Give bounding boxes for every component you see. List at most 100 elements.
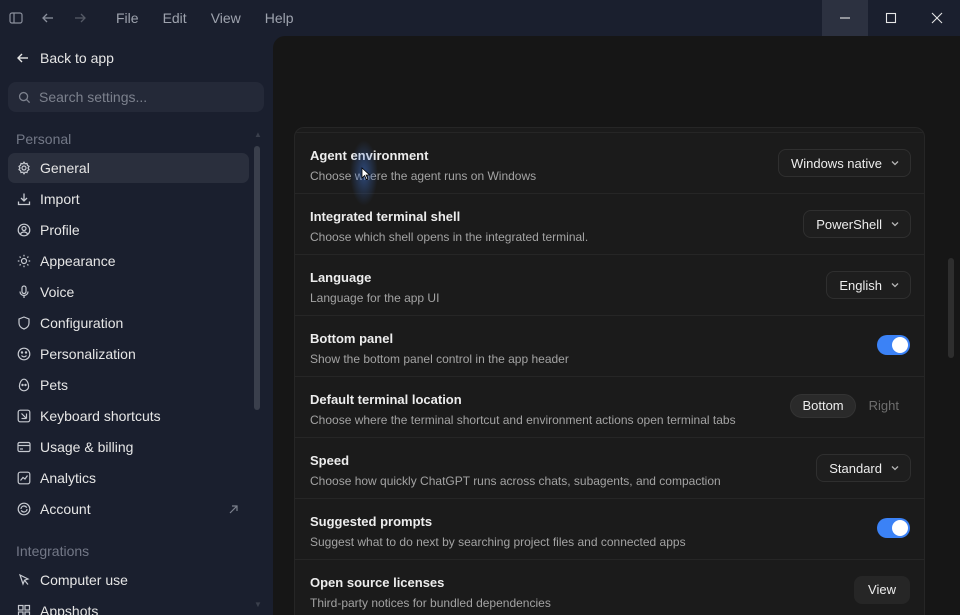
agent-environment-dropdown[interactable]: Windows native bbox=[777, 149, 911, 177]
sidebar-scrollbar[interactable]: ▲ ▼ bbox=[254, 131, 262, 609]
external-link-icon bbox=[228, 504, 239, 515]
terminal-shell-dropdown[interactable]: PowerShell bbox=[803, 210, 911, 238]
account-icon bbox=[17, 502, 31, 516]
segment-bottom[interactable]: Bottom bbox=[790, 394, 856, 418]
sidebar-toggle-icon[interactable] bbox=[0, 0, 32, 36]
section-integrations: Integrations bbox=[16, 543, 90, 559]
keyboard-icon bbox=[17, 409, 31, 423]
sidebar-item-label: Pets bbox=[40, 377, 69, 393]
chevron-down-icon bbox=[891, 222, 899, 227]
section-personal: Personal bbox=[16, 131, 72, 147]
row-description: Choose where the agent runs on Windows bbox=[310, 169, 537, 183]
settings-row-open-source-licenses: Open source licenses Third-party notices… bbox=[295, 560, 924, 615]
settings-row-agent-environment: Agent environment Choose where the agent… bbox=[295, 133, 924, 194]
arrow-left-icon bbox=[17, 53, 28, 63]
settings-row-language: Language Language for the app UI English bbox=[295, 255, 924, 316]
settings-row-terminal-shell: Integrated terminal shell Choose which s… bbox=[295, 194, 924, 255]
row-title: Open source licenses bbox=[310, 575, 445, 590]
row-title: Suggested prompts bbox=[310, 514, 433, 529]
menu-view[interactable]: View bbox=[199, 0, 253, 36]
settings-row-bottom-panel: Bottom panel Show the bottom panel contr… bbox=[295, 316, 924, 377]
settings-row-terminal-location: Default terminal location Choose where t… bbox=[295, 377, 924, 438]
sidebar-item-label: Configuration bbox=[40, 315, 124, 331]
maximize-button[interactable] bbox=[868, 0, 914, 36]
sidebar-item-computer-use[interactable]: Computer use bbox=[8, 565, 249, 595]
sidebar-item-label: Appearance bbox=[40, 253, 116, 269]
egg-icon bbox=[17, 378, 31, 392]
row-description: Choose where the terminal shortcut and e… bbox=[310, 413, 736, 427]
sidebar-item-appshots[interactable]: Appshots bbox=[8, 596, 249, 615]
sidebar-item-voice[interactable]: Voice bbox=[8, 277, 249, 307]
dropdown-value: PowerShell bbox=[816, 216, 882, 232]
segment-right[interactable]: Right bbox=[858, 394, 910, 418]
sidebar-item-label: Voice bbox=[40, 284, 75, 300]
scroll-up-icon[interactable]: ▲ bbox=[254, 131, 262, 139]
sidebar-item-label: Computer use bbox=[40, 572, 128, 588]
menu-help[interactable]: Help bbox=[253, 0, 306, 36]
sidebar-item-label: Analytics bbox=[40, 470, 97, 486]
sidebar-item-usage-billing[interactable]: Usage & billing bbox=[8, 432, 249, 462]
sidebar-item-profile[interactable]: Profile bbox=[8, 215, 249, 245]
settings-sidebar: Back to app Personal General Import Prof… bbox=[0, 36, 273, 615]
sidebar-item-general[interactable]: General bbox=[8, 153, 249, 183]
sidebar-item-personalization[interactable]: Personalization bbox=[8, 339, 249, 369]
dropdown-value: English bbox=[839, 277, 882, 293]
back-to-app-link[interactable]: Back to app bbox=[16, 50, 114, 66]
row-description: Show the bottom panel control in the app… bbox=[310, 352, 569, 366]
gear-icon bbox=[17, 161, 31, 175]
search-settings[interactable] bbox=[8, 82, 264, 112]
row-description: Language for the app UI bbox=[310, 291, 440, 305]
sidebar-item-label: Appshots bbox=[40, 603, 99, 615]
sidebar-item-import[interactable]: Import bbox=[8, 184, 249, 214]
sidebar-item-label: Personalization bbox=[40, 346, 136, 362]
row-title: Default terminal location bbox=[310, 392, 462, 407]
row-description: Third-party notices for bundled dependen… bbox=[310, 596, 551, 610]
main-scrollbar[interactable] bbox=[948, 258, 954, 358]
terminal-location-segmented: Bottom Right bbox=[790, 393, 910, 419]
view-licenses-button[interactable]: View bbox=[854, 576, 910, 604]
dropdown-value: Standard bbox=[829, 460, 882, 476]
scroll-down-icon[interactable]: ▼ bbox=[254, 601, 262, 609]
credit-card-icon bbox=[17, 440, 31, 454]
row-title: Integrated terminal shell bbox=[310, 209, 461, 224]
dropdown-value: Windows native bbox=[790, 155, 882, 171]
sidebar-item-account[interactable]: Account bbox=[8, 494, 249, 524]
toggle-knob bbox=[892, 337, 908, 353]
personalization-icon bbox=[17, 347, 31, 361]
chevron-down-icon bbox=[891, 161, 899, 166]
suggested-prompts-toggle[interactable] bbox=[877, 518, 910, 538]
close-button[interactable] bbox=[914, 0, 960, 36]
sun-icon bbox=[17, 254, 31, 268]
row-title: Language bbox=[310, 270, 372, 285]
speed-dropdown[interactable]: Standard bbox=[816, 454, 911, 482]
menu-file[interactable]: File bbox=[104, 0, 151, 36]
minimize-button[interactable] bbox=[822, 0, 868, 36]
back-arrow-icon[interactable] bbox=[32, 0, 64, 36]
title-bar: File Edit View Help bbox=[0, 0, 960, 36]
chart-icon bbox=[17, 471, 31, 485]
shield-icon bbox=[17, 316, 31, 330]
row-description: Choose which shell opens in the integrat… bbox=[310, 230, 589, 244]
mouse-cursor-icon bbox=[361, 167, 371, 181]
sidebar-item-configuration[interactable]: Configuration bbox=[8, 308, 249, 338]
sidebar-item-keyboard-shortcuts[interactable]: Keyboard shortcuts bbox=[8, 401, 249, 431]
chevron-down-icon bbox=[891, 466, 899, 471]
sidebar-item-analytics[interactable]: Analytics bbox=[8, 463, 249, 493]
forward-arrow-icon[interactable] bbox=[64, 0, 96, 36]
menu-edit[interactable]: Edit bbox=[151, 0, 199, 36]
toggle-knob bbox=[892, 520, 908, 536]
settings-row-speed: Speed Choose how quickly ChatGPT runs ac… bbox=[295, 438, 924, 499]
pointer-icon bbox=[17, 573, 31, 587]
window-controls bbox=[822, 0, 960, 36]
sidebar-item-label: Profile bbox=[40, 222, 80, 238]
sidebar-item-pets[interactable]: Pets bbox=[8, 370, 249, 400]
grid-icon bbox=[17, 604, 31, 615]
bottom-panel-toggle[interactable] bbox=[877, 335, 910, 355]
scrollbar-thumb[interactable] bbox=[254, 146, 260, 410]
search-input[interactable] bbox=[39, 89, 249, 105]
row-title: Bottom panel bbox=[310, 331, 394, 346]
general-settings-card: Agent environment Choose where the agent… bbox=[294, 127, 925, 615]
search-icon bbox=[18, 91, 31, 103]
language-dropdown[interactable]: English bbox=[826, 271, 911, 299]
sidebar-item-appearance[interactable]: Appearance bbox=[8, 246, 249, 276]
